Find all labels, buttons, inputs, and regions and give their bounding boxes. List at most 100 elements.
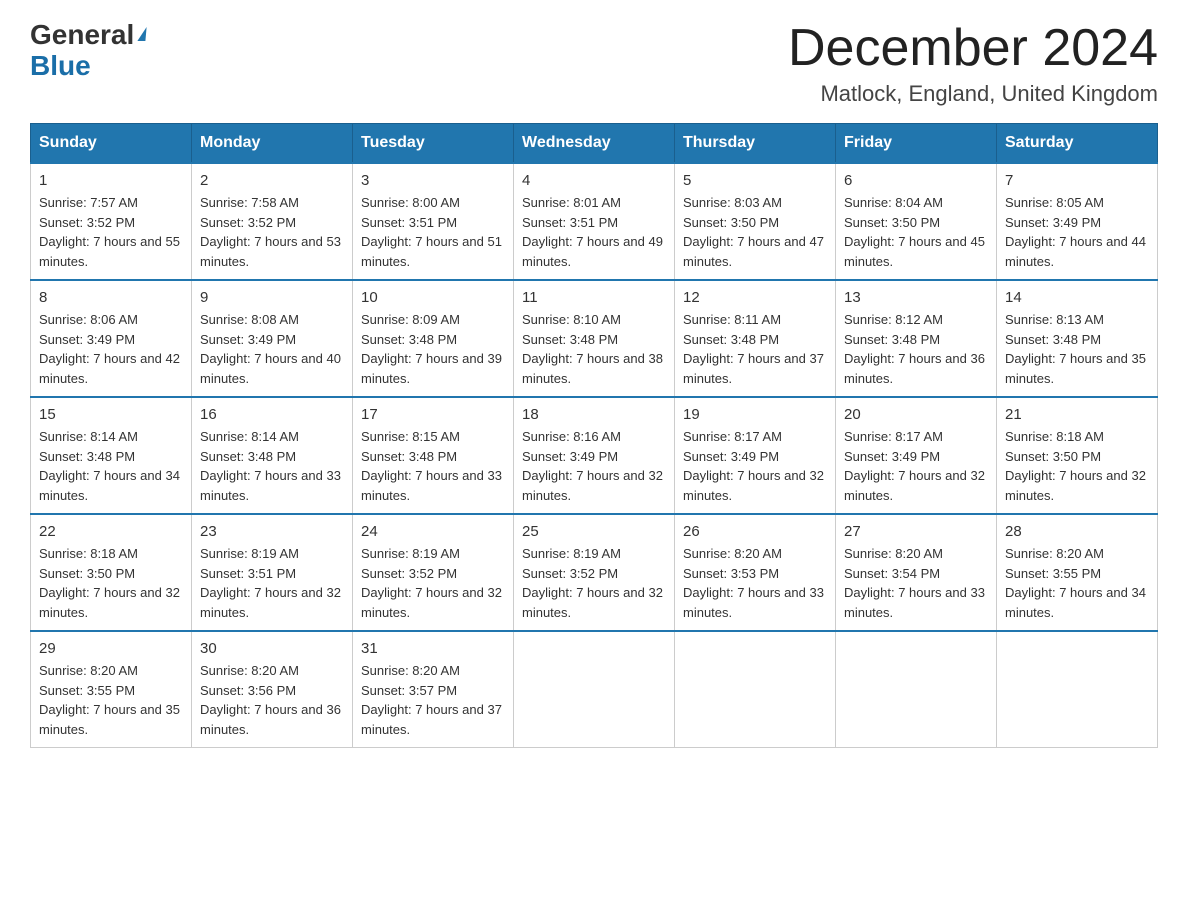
day-number: 13 (844, 289, 988, 306)
day-info: Sunrise: 8:09 AM Sunset: 3:48 PM Dayligh… (361, 310, 505, 388)
day-info: Sunrise: 7:57 AM Sunset: 3:52 PM Dayligh… (39, 193, 183, 271)
day-info: Sunrise: 8:06 AM Sunset: 3:49 PM Dayligh… (39, 310, 183, 388)
day-number: 18 (522, 406, 666, 423)
calendar-day-cell (514, 631, 675, 748)
day-number: 23 (200, 523, 344, 540)
header-wednesday: Wednesday (514, 124, 675, 164)
header-monday: Monday (192, 124, 353, 164)
day-info: Sunrise: 8:10 AM Sunset: 3:48 PM Dayligh… (522, 310, 666, 388)
day-number: 8 (39, 289, 183, 306)
day-number: 4 (522, 172, 666, 189)
day-number: 5 (683, 172, 827, 189)
day-number: 25 (522, 523, 666, 540)
day-number: 24 (361, 523, 505, 540)
calendar-week-row: 8 Sunrise: 8:06 AM Sunset: 3:49 PM Dayli… (31, 280, 1158, 397)
calendar-day-cell (997, 631, 1158, 748)
day-number: 17 (361, 406, 505, 423)
day-info: Sunrise: 8:17 AM Sunset: 3:49 PM Dayligh… (844, 427, 988, 505)
header-friday: Friday (836, 124, 997, 164)
header-sunday: Sunday (31, 124, 192, 164)
calendar-day-cell: 11 Sunrise: 8:10 AM Sunset: 3:48 PM Dayl… (514, 280, 675, 397)
day-number: 12 (683, 289, 827, 306)
calendar-day-cell: 30 Sunrise: 8:20 AM Sunset: 3:56 PM Dayl… (192, 631, 353, 748)
calendar-day-cell: 5 Sunrise: 8:03 AM Sunset: 3:50 PM Dayli… (675, 163, 836, 280)
day-number: 14 (1005, 289, 1149, 306)
day-info: Sunrise: 8:16 AM Sunset: 3:49 PM Dayligh… (522, 427, 666, 505)
day-info: Sunrise: 8:13 AM Sunset: 3:48 PM Dayligh… (1005, 310, 1149, 388)
calendar-day-cell: 25 Sunrise: 8:19 AM Sunset: 3:52 PM Dayl… (514, 514, 675, 631)
day-number: 7 (1005, 172, 1149, 189)
day-number: 3 (361, 172, 505, 189)
header-thursday: Thursday (675, 124, 836, 164)
calendar-day-cell: 4 Sunrise: 8:01 AM Sunset: 3:51 PM Dayli… (514, 163, 675, 280)
day-number: 15 (39, 406, 183, 423)
calendar-day-cell: 17 Sunrise: 8:15 AM Sunset: 3:48 PM Dayl… (353, 397, 514, 514)
day-number: 16 (200, 406, 344, 423)
calendar-day-cell: 15 Sunrise: 8:14 AM Sunset: 3:48 PM Dayl… (31, 397, 192, 514)
day-number: 2 (200, 172, 344, 189)
day-info: Sunrise: 8:00 AM Sunset: 3:51 PM Dayligh… (361, 193, 505, 271)
day-number: 20 (844, 406, 988, 423)
calendar-day-cell: 8 Sunrise: 8:06 AM Sunset: 3:49 PM Dayli… (31, 280, 192, 397)
calendar-day-cell: 16 Sunrise: 8:14 AM Sunset: 3:48 PM Dayl… (192, 397, 353, 514)
day-info: Sunrise: 8:04 AM Sunset: 3:50 PM Dayligh… (844, 193, 988, 271)
day-number: 11 (522, 289, 666, 306)
day-info: Sunrise: 8:17 AM Sunset: 3:49 PM Dayligh… (683, 427, 827, 505)
calendar-day-cell: 13 Sunrise: 8:12 AM Sunset: 3:48 PM Dayl… (836, 280, 997, 397)
day-info: Sunrise: 8:18 AM Sunset: 3:50 PM Dayligh… (39, 544, 183, 622)
calendar-week-row: 29 Sunrise: 8:20 AM Sunset: 3:55 PM Dayl… (31, 631, 1158, 748)
title-section: December 2024 Matlock, England, United K… (788, 20, 1158, 107)
day-info: Sunrise: 7:58 AM Sunset: 3:52 PM Dayligh… (200, 193, 344, 271)
day-info: Sunrise: 8:15 AM Sunset: 3:48 PM Dayligh… (361, 427, 505, 505)
logo-general-text: General (30, 20, 134, 51)
day-info: Sunrise: 8:14 AM Sunset: 3:48 PM Dayligh… (39, 427, 183, 505)
calendar-header-row: Sunday Monday Tuesday Wednesday Thursday… (31, 124, 1158, 164)
calendar-day-cell: 6 Sunrise: 8:04 AM Sunset: 3:50 PM Dayli… (836, 163, 997, 280)
calendar-day-cell: 27 Sunrise: 8:20 AM Sunset: 3:54 PM Dayl… (836, 514, 997, 631)
calendar-day-cell: 26 Sunrise: 8:20 AM Sunset: 3:53 PM Dayl… (675, 514, 836, 631)
calendar-day-cell: 23 Sunrise: 8:19 AM Sunset: 3:51 PM Dayl… (192, 514, 353, 631)
calendar-day-cell: 20 Sunrise: 8:17 AM Sunset: 3:49 PM Dayl… (836, 397, 997, 514)
calendar-day-cell: 31 Sunrise: 8:20 AM Sunset: 3:57 PM Dayl… (353, 631, 514, 748)
day-number: 6 (844, 172, 988, 189)
header-saturday: Saturday (997, 124, 1158, 164)
calendar-day-cell: 3 Sunrise: 8:00 AM Sunset: 3:51 PM Dayli… (353, 163, 514, 280)
day-info: Sunrise: 8:19 AM Sunset: 3:52 PM Dayligh… (361, 544, 505, 622)
day-info: Sunrise: 8:20 AM Sunset: 3:55 PM Dayligh… (39, 661, 183, 739)
calendar-day-cell: 7 Sunrise: 8:05 AM Sunset: 3:49 PM Dayli… (997, 163, 1158, 280)
calendar-day-cell: 29 Sunrise: 8:20 AM Sunset: 3:55 PM Dayl… (31, 631, 192, 748)
day-number: 28 (1005, 523, 1149, 540)
calendar-week-row: 1 Sunrise: 7:57 AM Sunset: 3:52 PM Dayli… (31, 163, 1158, 280)
day-info: Sunrise: 8:05 AM Sunset: 3:49 PM Dayligh… (1005, 193, 1149, 271)
location-text: Matlock, England, United Kingdom (788, 81, 1158, 107)
calendar-day-cell: 21 Sunrise: 8:18 AM Sunset: 3:50 PM Dayl… (997, 397, 1158, 514)
day-info: Sunrise: 8:18 AM Sunset: 3:50 PM Dayligh… (1005, 427, 1149, 505)
day-info: Sunrise: 8:20 AM Sunset: 3:56 PM Dayligh… (200, 661, 344, 739)
day-info: Sunrise: 8:08 AM Sunset: 3:49 PM Dayligh… (200, 310, 344, 388)
month-title: December 2024 (788, 20, 1158, 77)
calendar-day-cell (836, 631, 997, 748)
day-number: 30 (200, 640, 344, 657)
day-number: 27 (844, 523, 988, 540)
day-number: 21 (1005, 406, 1149, 423)
logo: General Blue (30, 20, 146, 82)
day-number: 29 (39, 640, 183, 657)
calendar-day-cell: 19 Sunrise: 8:17 AM Sunset: 3:49 PM Dayl… (675, 397, 836, 514)
calendar-day-cell: 14 Sunrise: 8:13 AM Sunset: 3:48 PM Dayl… (997, 280, 1158, 397)
day-number: 10 (361, 289, 505, 306)
calendar-day-cell: 18 Sunrise: 8:16 AM Sunset: 3:49 PM Dayl… (514, 397, 675, 514)
calendar-table: Sunday Monday Tuesday Wednesday Thursday… (30, 123, 1158, 748)
day-number: 31 (361, 640, 505, 657)
calendar-week-row: 22 Sunrise: 8:18 AM Sunset: 3:50 PM Dayl… (31, 514, 1158, 631)
calendar-day-cell: 28 Sunrise: 8:20 AM Sunset: 3:55 PM Dayl… (997, 514, 1158, 631)
day-info: Sunrise: 8:20 AM Sunset: 3:53 PM Dayligh… (683, 544, 827, 622)
day-number: 9 (200, 289, 344, 306)
day-info: Sunrise: 8:20 AM Sunset: 3:54 PM Dayligh… (844, 544, 988, 622)
day-info: Sunrise: 8:20 AM Sunset: 3:55 PM Dayligh… (1005, 544, 1149, 622)
page-header: General Blue December 2024 Matlock, Engl… (30, 20, 1158, 107)
calendar-day-cell: 24 Sunrise: 8:19 AM Sunset: 3:52 PM Dayl… (353, 514, 514, 631)
calendar-day-cell (675, 631, 836, 748)
day-info: Sunrise: 8:19 AM Sunset: 3:52 PM Dayligh… (522, 544, 666, 622)
day-info: Sunrise: 8:03 AM Sunset: 3:50 PM Dayligh… (683, 193, 827, 271)
calendar-day-cell: 22 Sunrise: 8:18 AM Sunset: 3:50 PM Dayl… (31, 514, 192, 631)
